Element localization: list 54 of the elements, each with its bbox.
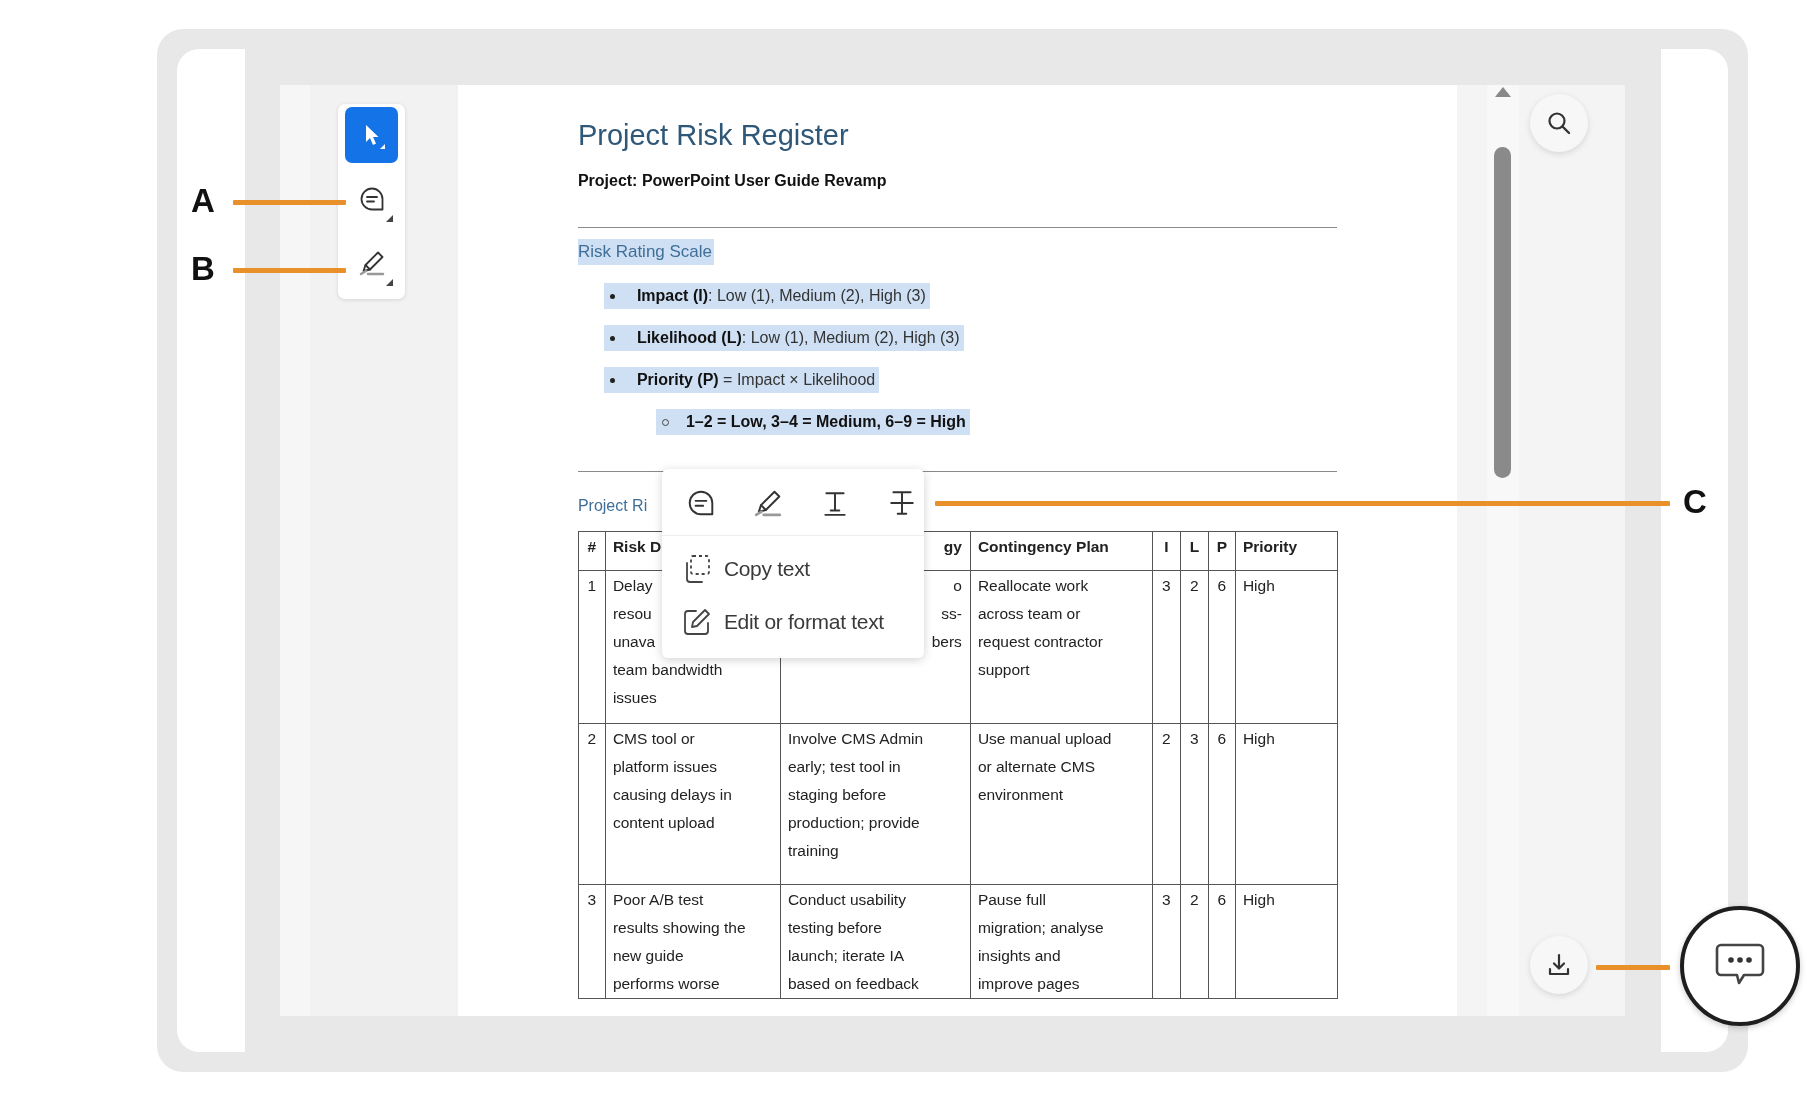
table-cell: Use manual upload or alternate CMS environment xyxy=(970,723,1153,885)
search-button[interactable] xyxy=(1530,94,1589,152)
list-item: Impact (I): Low (1), Medium (2), High (3) xyxy=(603,283,930,309)
callout-label: C xyxy=(1683,484,1707,520)
list-item: Likelihood (L): Low (1), Medium (2), High (3) xyxy=(603,325,964,351)
scroll-up-icon[interactable] xyxy=(1495,87,1512,97)
select-tool-button[interactable] xyxy=(345,107,398,163)
chat-button[interactable] xyxy=(1680,906,1800,1026)
table-cell: CMS tool or platform issues causing delays in content upload xyxy=(605,723,781,885)
callout-label: B xyxy=(191,251,215,287)
table-cell: 2 xyxy=(1152,723,1181,885)
project-line: Project: PowerPoint User Guide Revamp xyxy=(577,171,888,191)
column-header: # xyxy=(578,531,606,571)
table-cell: 6 xyxy=(1208,723,1236,885)
corner-marker-icon xyxy=(386,215,393,222)
document-title: Project Risk Register xyxy=(577,118,850,153)
table-cell: 2 xyxy=(578,723,606,885)
strikethrough-icon xyxy=(888,489,917,517)
highlighter-icon xyxy=(358,250,385,276)
table-cell: 6 xyxy=(1208,570,1236,724)
table-cell: High xyxy=(1235,723,1338,885)
table-cell: High xyxy=(1235,884,1338,999)
table-cell: 3 xyxy=(1152,884,1181,999)
corner-marker-icon xyxy=(386,279,393,286)
section-heading: Project Ri xyxy=(577,496,648,516)
callout-label: A xyxy=(191,183,215,219)
highlighter-icon xyxy=(754,489,783,517)
table-cell: Poor A/B test results showing the new guide performs worse xyxy=(605,884,781,999)
table-cell: Conduct usability testing before launch; iterate IA based on feedback xyxy=(780,884,971,999)
edit-icon xyxy=(681,606,712,637)
table-cell: Reallocate work across team or request contractor support xyxy=(970,570,1153,724)
table-cell: 2 xyxy=(1180,570,1209,724)
table-cell: 1 xyxy=(578,570,606,724)
table-cell: Involve CMS Admin early; test tool in staging before production; provide training xyxy=(780,723,971,885)
table-cell: 3 xyxy=(1152,570,1181,724)
section-heading: Risk Rating Scale xyxy=(577,239,715,265)
column-header: Priority xyxy=(1235,531,1338,571)
table-cell: Pause full migration; analyse insights and improve pages xyxy=(970,884,1153,999)
comment-icon xyxy=(687,489,716,517)
column-header: L xyxy=(1180,531,1209,571)
search-icon xyxy=(1546,110,1573,136)
table-cell: High xyxy=(1235,570,1338,724)
table-cell: 6 xyxy=(1208,884,1236,999)
column-header: P xyxy=(1208,531,1236,571)
column-header: I xyxy=(1152,531,1181,571)
table-cell: 3 xyxy=(1180,723,1209,885)
column-header: Contingency Plan xyxy=(970,531,1153,571)
table-cell: 3 xyxy=(578,884,606,999)
table-cell: 2 xyxy=(1180,884,1209,999)
scrollbar-thumb[interactable] xyxy=(1494,147,1512,478)
list-item: 1–2 = Low, 3–4 = Medium, 6–9 = High xyxy=(655,409,970,435)
download-button[interactable] xyxy=(1530,936,1589,994)
comment-icon xyxy=(358,186,385,212)
list-item: Priority (P) = Impact × Likelihood xyxy=(603,367,880,393)
